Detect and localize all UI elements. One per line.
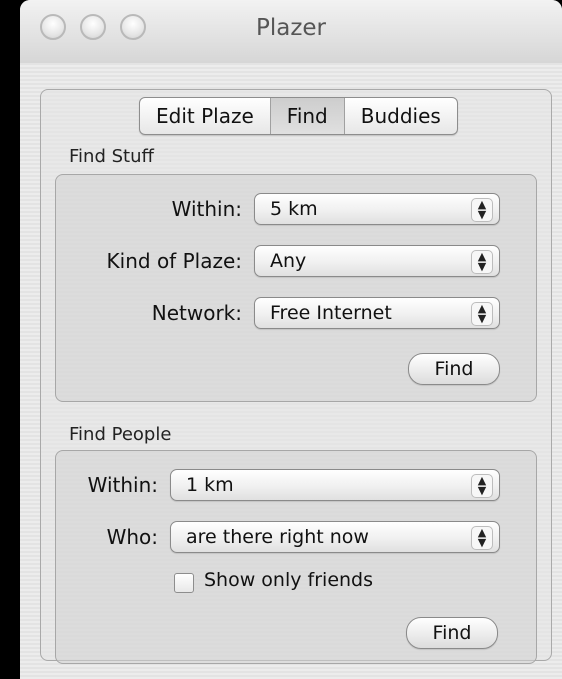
tab-view: Edit Plaze Find Buddies Find Stuff Withi… [40,89,552,664]
kind-of-plaze-popup[interactable]: Any ▲ ▼ [254,245,500,277]
tab-bar: Edit Plaze Find Buddies [139,97,458,135]
tab-edit-plaze[interactable]: Edit Plaze [140,98,271,134]
find-people-panel: Within: 1 km ▲ ▼ Who: are there right now… [55,450,537,664]
network-value: Free Internet [270,302,392,324]
kind-of-plaze-label: Kind of Plaze: [106,249,242,273]
who-popup[interactable]: are there right now ▲ ▼ [170,521,500,553]
network-popup[interactable]: Free Internet ▲ ▼ [254,297,500,329]
show-only-friends-checkbox[interactable] [174,573,194,593]
show-only-friends-label[interactable]: Show only friends [204,569,373,591]
find-people-within-label: Within: [87,473,158,497]
network-label: Network: [151,301,242,325]
popup-arrows-icon: ▲ ▼ [471,474,493,498]
find-stuff-panel: Within: 5 km ▲ ▼ Kind of Plaze: Any ▲ ▼ Ne… [55,174,537,402]
popup-arrows-icon: ▲ ▼ [471,198,493,222]
who-value: are there right now [186,526,369,548]
window-content: Edit Plaze Find Buddies Find Stuff Withi… [20,63,562,679]
popup-arrows-icon: ▲ ▼ [471,526,493,550]
find-stuff-within-label: Within: [171,197,242,221]
find-stuff-within-value: 5 km [270,198,318,220]
find-people-button[interactable]: Find [406,617,498,649]
kind-of-plaze-value: Any [270,250,307,272]
find-stuff-button[interactable]: Find [408,353,500,385]
find-people-within-value: 1 km [186,474,234,496]
find-people-within-popup[interactable]: 1 km ▲ ▼ [170,469,500,501]
popup-arrows-icon: ▲ ▼ [471,250,493,274]
find-stuff-label: Find Stuff [69,146,154,167]
plazer-window: Plazer Edit Plaze Find Buddies Find Stuf… [20,0,562,679]
popup-arrows-icon: ▲ ▼ [471,302,493,326]
tab-buddies[interactable]: Buddies [345,98,457,134]
title-bar[interactable]: Plazer [20,0,562,64]
find-stuff-within-popup[interactable]: 5 km ▲ ▼ [254,193,500,225]
tab-find[interactable]: Find [270,98,345,134]
window-title: Plazer [255,15,327,41]
who-label: Who: [106,525,158,549]
find-people-label: Find People [69,424,172,445]
